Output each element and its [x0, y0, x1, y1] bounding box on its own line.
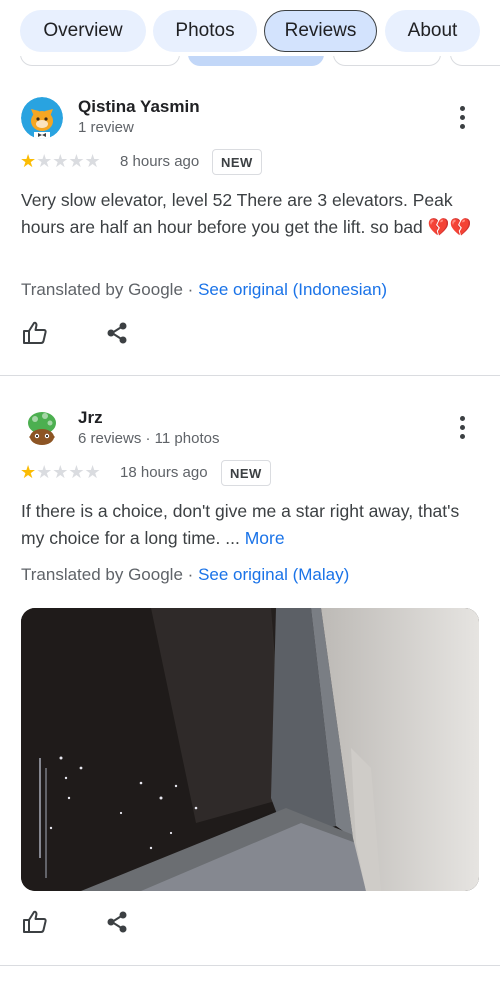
new-badge: NEW	[212, 149, 262, 175]
tab-about[interactable]: About	[385, 10, 480, 52]
divider	[0, 375, 500, 376]
share-icon[interactable]	[104, 319, 132, 347]
star-rating: ★★★★★	[20, 151, 101, 172]
review-text: Very slow elevator, level 52 There are 3…	[21, 187, 479, 241]
broken-heart-emoji: 💔💔	[427, 217, 472, 237]
new-badge: NEW	[221, 460, 271, 486]
star-icon: ★	[20, 462, 37, 482]
reviewer-name[interactable]: Qistina Yasmin	[78, 97, 200, 117]
filter-chips-strip	[0, 56, 500, 68]
more-link[interactable]: More	[245, 528, 285, 548]
reviewer-name[interactable]: Jrz	[78, 408, 103, 428]
translation-note: Translated by Google · See original (Mal…	[21, 565, 349, 585]
star-rating: ★★★★★	[20, 462, 101, 483]
see-original-link[interactable]: See original (Indonesian)	[198, 280, 387, 299]
star-icon: ★★★★	[36, 462, 101, 482]
share-icon[interactable]	[104, 908, 132, 936]
review-photo[interactable]	[21, 608, 479, 891]
review-body: If there is a choice, don't give me a st…	[21, 501, 460, 548]
translated-by-label: Translated by Google	[21, 565, 183, 584]
avatar[interactable]	[21, 97, 63, 139]
see-original-link[interactable]: See original (Malay)	[198, 565, 349, 584]
tab-reviews[interactable]: Reviews	[264, 10, 377, 52]
separator: ·	[187, 565, 194, 584]
star-icon: ★	[20, 151, 37, 171]
tab-photos[interactable]: Photos	[153, 10, 257, 52]
translation-note: Translated by Google · See original (Ind…	[21, 280, 387, 300]
thumbs-up-icon[interactable]	[21, 908, 49, 936]
tab-overview[interactable]: Overview	[20, 10, 146, 52]
review-time: 18 hours ago	[120, 464, 208, 481]
translated-by-label: Translated by Google	[21, 280, 183, 299]
more-vert-icon[interactable]	[452, 414, 474, 444]
divider	[0, 965, 500, 966]
review-time: 8 hours ago	[120, 153, 200, 170]
filter-chip[interactable]	[333, 56, 441, 66]
star-icon: ★★★★	[36, 151, 101, 171]
filter-chip[interactable]	[20, 56, 180, 66]
reviewer-meta: 6 reviews · 11 photos	[78, 430, 220, 447]
review-body: Very slow elevator, level 52 There are 3…	[21, 190, 453, 237]
avatar[interactable]	[21, 407, 63, 449]
review-text: If there is a choice, don't give me a st…	[21, 498, 479, 552]
filter-chip-selected[interactable]	[188, 56, 324, 66]
tab-bar: Overview Photos Reviews About	[0, 0, 500, 64]
separator: ·	[187, 280, 194, 299]
reviewer-meta: 1 review	[78, 119, 134, 136]
more-vert-icon[interactable]	[452, 104, 474, 134]
filter-chip[interactable]	[450, 56, 500, 66]
thumbs-up-icon[interactable]	[21, 319, 49, 347]
